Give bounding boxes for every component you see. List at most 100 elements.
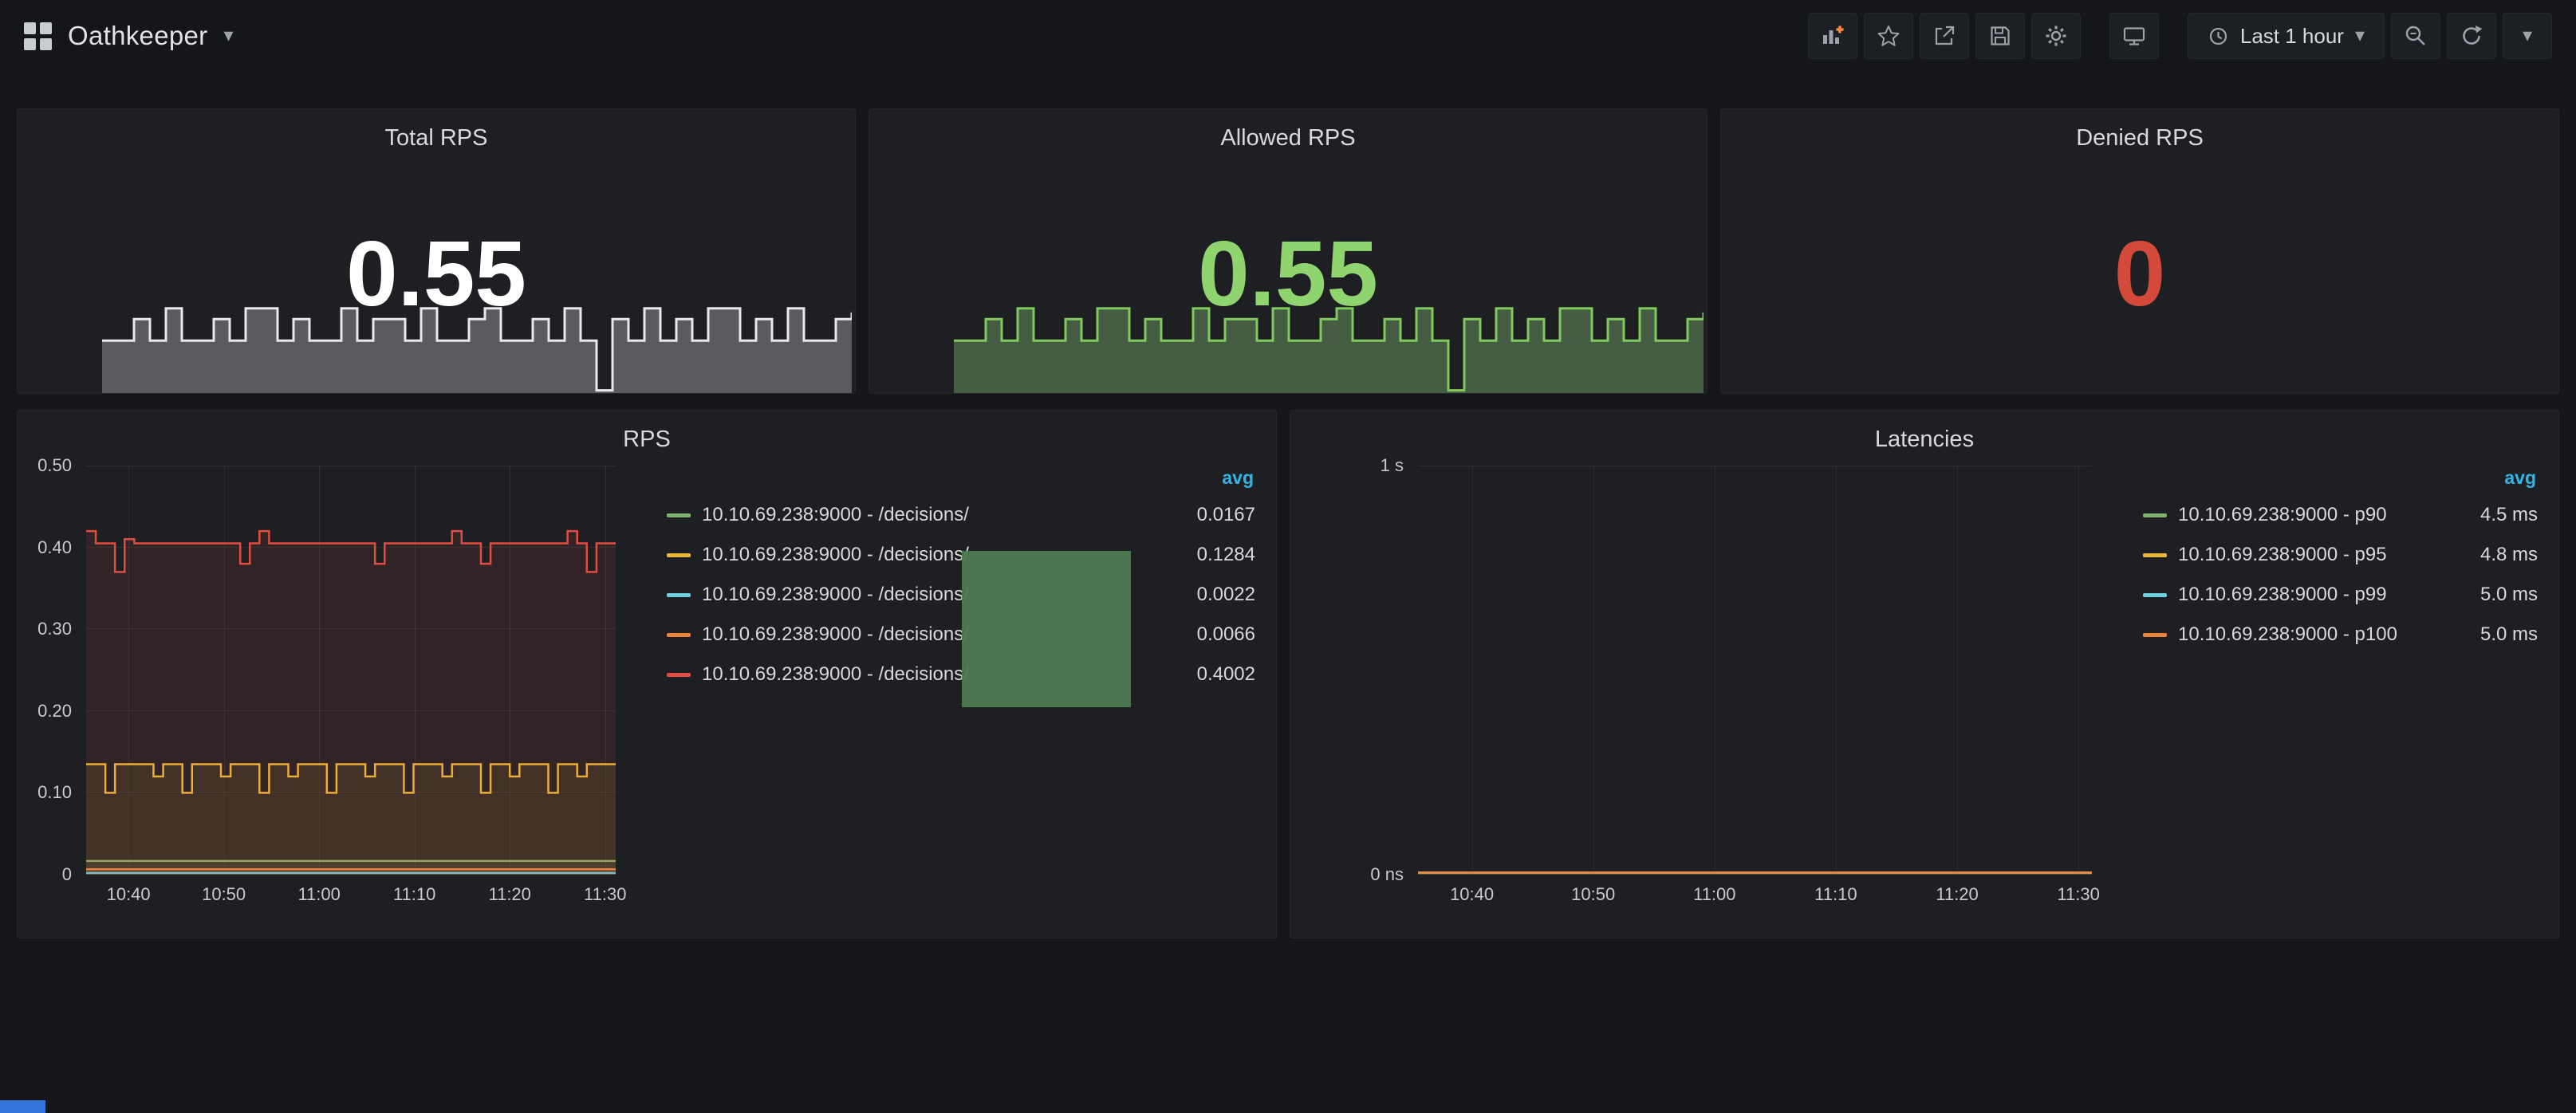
series-name[interactable]: 10.10.69.238:9000 - p95 (2178, 544, 2418, 566)
panel-title[interactable]: Total RPS (18, 109, 855, 151)
y-axis: 0.500.400.300.200.100 (18, 466, 86, 875)
legend-item[interactable]: 10.10.69.238:9000 - p954.8 ms (2143, 535, 2538, 575)
rps-plot[interactable] (86, 466, 616, 875)
plot-column: 0.500.400.300.200.100 10:4010:5011:0011:… (18, 466, 616, 913)
series-color-swatch[interactable] (667, 633, 691, 637)
graph-body: 1 s0 ns 10:4010:5011:0011:1011:2011:30 a… (1290, 466, 2558, 913)
legend-item[interactable]: 10.10.69.238:9000 - p1005.0 ms (2143, 615, 2538, 655)
series-color-swatch[interactable] (667, 593, 691, 597)
series-name[interactable]: 10.10.69.238:9000 - p100 (2178, 623, 2418, 646)
share-icon (1932, 23, 1957, 49)
legend-avg-header[interactable]: avg (2143, 466, 2538, 495)
settings-button[interactable] (2031, 13, 2081, 59)
dashboard-title: Oathkeeper (68, 21, 207, 51)
latencies-plot[interactable] (1418, 466, 2092, 875)
save-button[interactable] (1975, 13, 2025, 59)
dashboard-picker-button[interactable]: Oathkeeper ▾ (24, 21, 234, 51)
legend-item[interactable]: 10.10.69.238:9000 - /decisions/0.0167 (667, 495, 1255, 535)
panel-denied-rps: Denied RPS 0 (1720, 108, 2559, 394)
series-avg-value: 4.8 ms (2418, 544, 2538, 566)
series-avg-value: 0.0022 (1136, 584, 1255, 606)
series-color-swatch[interactable] (2143, 553, 2167, 557)
legend-item[interactable]: 10.10.69.238:9000 - /decisions/0.0066 (667, 615, 1255, 655)
caret-down-icon: ▾ (223, 26, 233, 45)
legend-item[interactable]: 10.10.69.238:9000 - p904.5 ms (2143, 495, 2538, 535)
series-avg-value: 5.0 ms (2418, 623, 2538, 646)
legend-avg-header[interactable]: avg (667, 466, 1255, 495)
series-color-swatch[interactable] (667, 513, 691, 517)
panel-title[interactable]: Denied RPS (1721, 109, 2558, 151)
time-range-label: Last 1 hour (2240, 24, 2344, 49)
y-tick-label: 0 ns (1370, 864, 1404, 885)
legend-item[interactable]: 10.10.69.238:9000 - /decisions/0.1284 (667, 535, 1255, 575)
series-color-swatch[interactable] (2143, 593, 2167, 597)
star-icon (1876, 23, 1901, 49)
share-button[interactable] (1920, 13, 1969, 59)
navbar: Oathkeeper ▾ (0, 0, 2576, 72)
x-axis: 10:4010:5011:0011:1011:2011:30 (86, 875, 616, 913)
navbar-right: Last 1 hour ▾ ▾ (1802, 13, 2552, 59)
series-avg-value: 0.1284 (1136, 544, 1255, 566)
series-color-swatch[interactable] (667, 553, 691, 557)
panel-latencies: Latencies 1 s0 ns 10:4010:5011:0011:1011… (1290, 410, 2559, 938)
series-color-swatch[interactable] (2143, 633, 2167, 637)
y-tick-label: 1 s (1381, 455, 1404, 476)
star-button[interactable] (1864, 13, 1913, 59)
y-axis: 1 s0 ns (1290, 466, 1418, 875)
gridlines (1418, 466, 2092, 875)
panel-allowed-rps: Allowed RPS 0.55 (869, 108, 1707, 394)
x-tick-label: 11:00 (297, 884, 340, 905)
stats-row: Total RPS 0.55 Allowed RPS 0.55 Denied R… (17, 108, 2559, 394)
caret-down-icon: ▾ (2523, 26, 2532, 45)
x-tick-label: 10:50 (1571, 884, 1615, 905)
refresh-interval-button[interactable]: ▾ (2503, 13, 2552, 59)
series-color-swatch[interactable] (2143, 513, 2167, 517)
add-panel-icon (1820, 23, 1845, 49)
x-tick-label: 11:10 (1814, 884, 1857, 905)
bottom-left-blue-strip (0, 1100, 45, 1113)
series-avg-value: 4.5 ms (2418, 504, 2538, 526)
series-name[interactable]: 10.10.69.238:9000 - /decisions/ (702, 504, 1136, 526)
x-tick-label: 10:40 (107, 884, 151, 905)
panel-title[interactable]: Allowed RPS (869, 109, 1707, 151)
y-tick-label: 0.50 (37, 455, 72, 476)
zoom-out-button[interactable] (2391, 13, 2440, 59)
legend: avg 10.10.69.238:9000 - p904.5 ms10.10.6… (2092, 466, 2558, 913)
clock-icon (2208, 26, 2229, 47)
panel-title[interactable]: RPS (18, 411, 1276, 453)
plot-column: 1 s0 ns 10:4010:5011:0011:1011:2011:30 (1290, 466, 2092, 913)
series-avg-value: 0.4002 (1136, 663, 1255, 686)
series-avg-value: 0.0066 (1136, 623, 1255, 646)
panel-title[interactable]: Latencies (1290, 411, 2558, 453)
dashboard: Total RPS 0.55 Allowed RPS 0.55 Denied R… (0, 72, 2576, 938)
y-tick-label: 0 (62, 864, 72, 885)
x-tick-label: 10:40 (1450, 884, 1494, 905)
legend-color-overlay (962, 551, 1131, 707)
x-tick-label: 10:50 (202, 884, 246, 905)
y-tick-label: 0.10 (37, 782, 72, 803)
navbar-left: Oathkeeper ▾ (24, 21, 234, 51)
panel-rps: RPS 0.500.400.300.200.100 10:4010:5011:0… (17, 410, 1277, 938)
series-avg-value: 5.0 ms (2418, 584, 2538, 606)
time-range-picker-button[interactable]: Last 1 hour ▾ (2188, 13, 2385, 59)
y-tick-label: 0.40 (37, 537, 72, 558)
refresh-icon (2459, 23, 2484, 49)
refresh-button[interactable] (2447, 13, 2496, 59)
total-rps-value: 0.55 (18, 227, 855, 320)
x-tick-label: 11:00 (1693, 884, 1735, 905)
legend: avg 10.10.69.238:9000 - /decisions/0.016… (616, 466, 1276, 913)
series-color-swatch[interactable] (667, 673, 691, 677)
legend-item[interactable]: 10.10.69.238:9000 - /decisions/0.4002 (667, 655, 1255, 694)
series-fill (86, 531, 616, 875)
y-tick-label: 0.30 (37, 619, 72, 639)
caret-down-icon: ▾ (2355, 26, 2365, 45)
legend-item[interactable]: 10.10.69.238:9000 - p995.0 ms (2143, 575, 2538, 615)
monitor-icon (2121, 23, 2147, 49)
series-name[interactable]: 10.10.69.238:9000 - p99 (2178, 584, 2418, 606)
cycle-view-button[interactable] (2109, 13, 2159, 59)
allowed-rps-value: 0.55 (869, 227, 1707, 320)
add-panel-button[interactable] (1808, 13, 1857, 59)
series-name[interactable]: 10.10.69.238:9000 - p90 (2178, 504, 2418, 526)
x-tick-label: 11:20 (1936, 884, 1978, 905)
legend-item[interactable]: 10.10.69.238:9000 - /decisions/0.0022 (667, 575, 1255, 615)
